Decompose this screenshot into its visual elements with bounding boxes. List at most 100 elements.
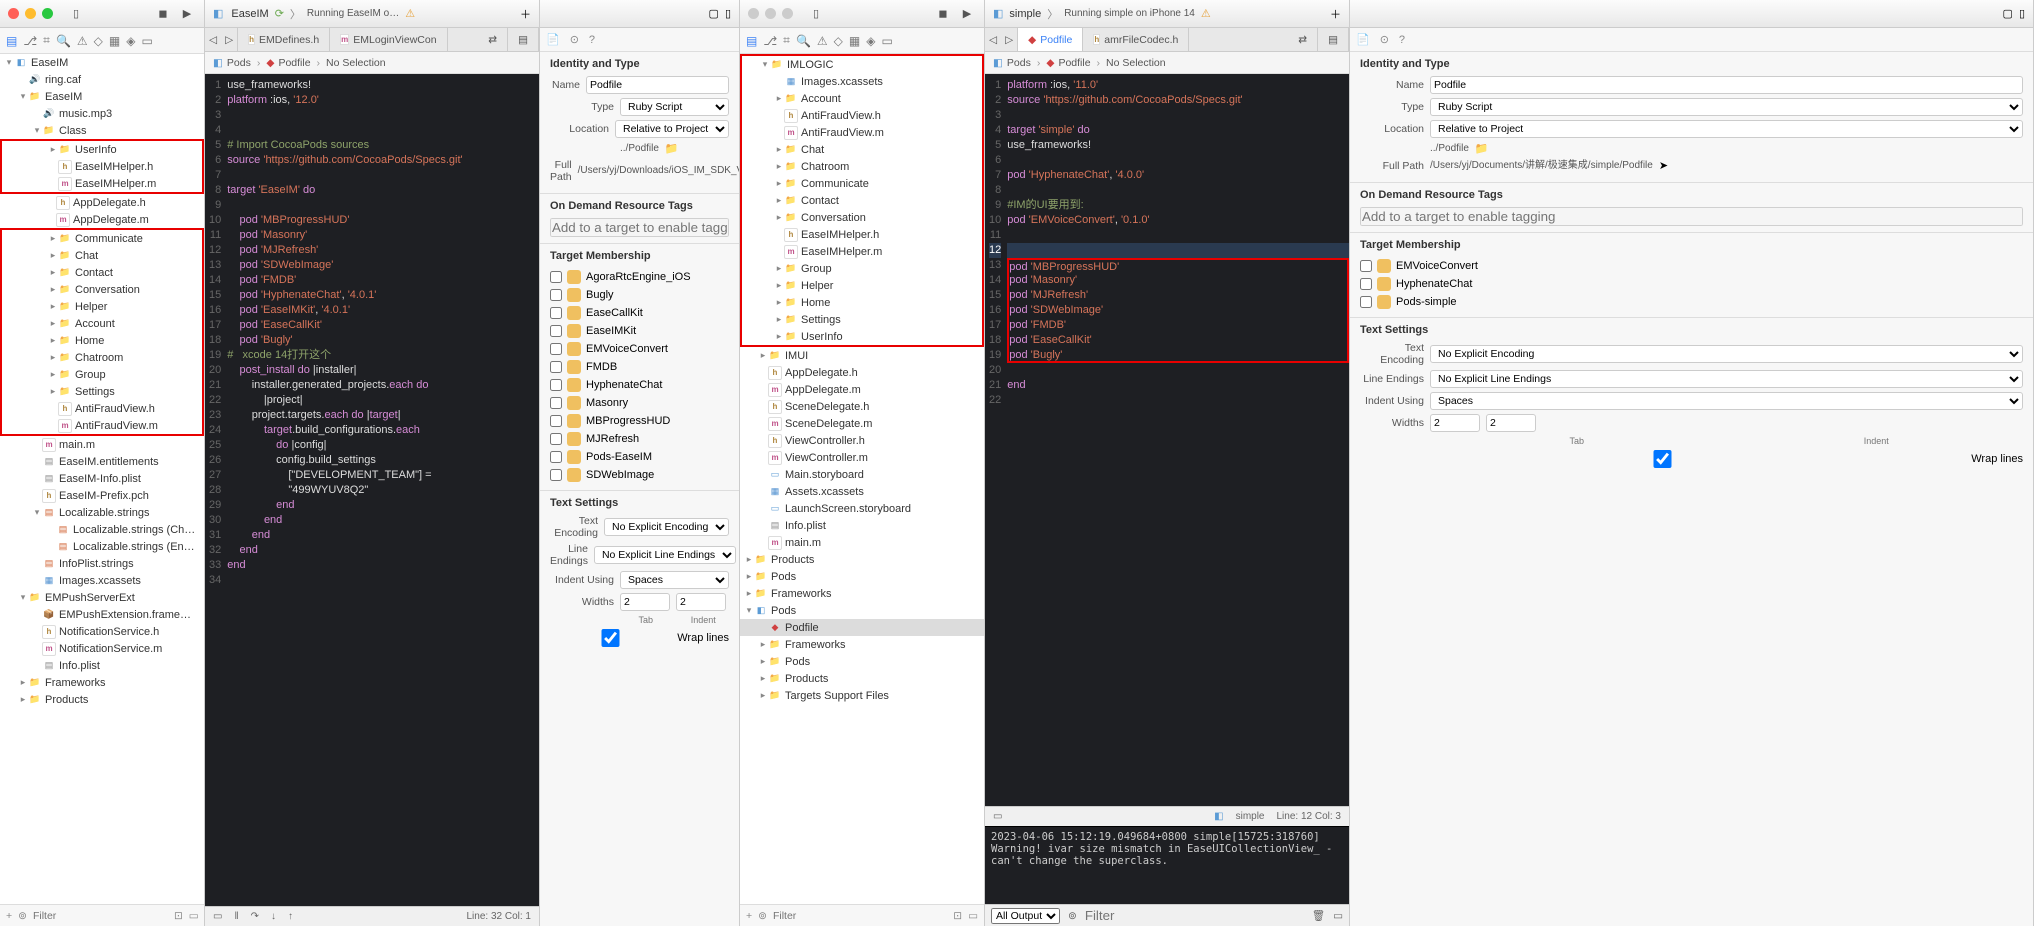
tree-item[interactable]: ▾▤Localizable.strings <box>0 504 204 521</box>
editor-layout-icon[interactable]: ▤ <box>1318 28 1349 51</box>
debug-nav-icon[interactable]: ▦ <box>109 34 120 48</box>
tree-item[interactable]: mAntiFraudView.m <box>2 417 202 434</box>
debug-nav-icon[interactable]: ▦ <box>849 34 860 48</box>
target-item[interactable]: EaseIMKit <box>550 322 729 340</box>
encoding-select[interactable]: No Explicit Encoding <box>604 518 729 536</box>
tree-item[interactable]: mViewController.m <box>740 449 984 466</box>
issue-nav-icon[interactable]: ⚠ <box>77 34 88 48</box>
tree-item[interactable]: ▭Main.storyboard <box>740 466 984 483</box>
breakpoint-nav-icon[interactable]: ◈ <box>126 34 135 48</box>
target-item[interactable]: MJRefresh <box>550 430 729 448</box>
name-field[interactable] <box>586 76 729 94</box>
recent-icon[interactable]: ⊡ <box>174 910 183 922</box>
add-icon[interactable] <box>746 910 752 922</box>
folder-icon[interactable]: 📁 <box>665 142 679 155</box>
tree-item[interactable]: ▸📁Settings <box>2 383 202 400</box>
console-filter-icon[interactable]: ⊚ <box>1068 910 1077 922</box>
tree-item[interactable]: ▤EaseIM-Info.plist <box>0 470 204 487</box>
nav-fwd-icon[interactable]: ▷ <box>221 28 238 51</box>
tree-item[interactable]: hViewController.h <box>740 432 984 449</box>
target-item[interactable]: Pods-simple <box>1360 293 2023 311</box>
nav-fwd-icon[interactable]: ▷ <box>1001 28 1018 51</box>
zoom-window-icon[interactable] <box>782 8 793 19</box>
folder-nav-icon[interactable]: ▤ <box>746 34 757 48</box>
name-field-2[interactable] <box>1430 76 2023 94</box>
add-tab-icon[interactable]: ＋ <box>520 6 531 22</box>
tree-item[interactable]: ▦Images.xcassets <box>0 572 204 589</box>
step-over-icon[interactable]: ↷ <box>251 911 259 922</box>
step-out-icon[interactable]: ↑ <box>288 911 293 922</box>
zoom-window-icon[interactable] <box>42 8 53 19</box>
sidebar-toggle-icon[interactable]: ▯ <box>67 5 85 23</box>
tree-item[interactable]: ▸📁Products <box>740 551 984 568</box>
tree-item[interactable]: ▸📁Group <box>742 260 982 277</box>
inspector-toggle-icon[interactable]: ▯ <box>725 7 731 20</box>
target-item[interactable]: Pods-EaseIM <box>550 448 729 466</box>
code-editor-2[interactable]: 12345678910111213141516171819202122 plat… <box>985 74 1349 806</box>
tab-emloginview[interactable]: mEMLoginViewCon <box>330 28 447 51</box>
target-item[interactable]: Bugly <box>550 286 729 304</box>
symbol-nav-icon[interactable]: ⌗ <box>43 33 50 48</box>
target-item[interactable]: Masonry <box>550 394 729 412</box>
tree-item[interactable]: ▸📁Chatroom <box>742 158 982 175</box>
file-inspector-icon[interactable]: 📄 <box>1356 33 1370 46</box>
tree-item[interactable]: hEaseIM-Prefix.pch <box>0 487 204 504</box>
editor-options-icon[interactable]: ⇄ <box>478 28 508 51</box>
clear-console-icon[interactable]: 🗑 <box>1312 909 1325 922</box>
code-editor-1[interactable]: 1234567891011121314151617181920212223242… <box>205 74 539 906</box>
file-inspector-icon[interactable]: 📄 <box>546 33 560 46</box>
inspector-toggle-icon[interactable]: ▯ <box>2019 7 2025 20</box>
tree-item[interactable]: ▤Info.plist <box>740 517 984 534</box>
tree-item[interactable]: ▾📁IMLOGIC <box>742 56 982 73</box>
type-select[interactable]: Ruby Script <box>620 98 729 116</box>
tree-item[interactable]: ▤Localizable.strings (En… <box>0 538 204 555</box>
tree-item[interactable]: 📦EMPushExtension.frame… <box>0 606 204 623</box>
tree-item[interactable]: hAppDelegate.h <box>0 194 204 211</box>
tree-item[interactable]: ▸📁Helper <box>742 277 982 294</box>
console-filter-input[interactable] <box>1085 908 1304 923</box>
console-layout-icon[interactable]: ▭ <box>1333 910 1343 922</box>
tree-item[interactable]: hEaseIMHelper.h <box>742 226 982 243</box>
tree-item[interactable]: hEaseIMHelper.h <box>2 158 202 175</box>
reveal-icon[interactable]: ➤ <box>1659 159 1668 172</box>
wrap-checkbox-2[interactable] <box>1360 450 1965 468</box>
target-item[interactable]: AgoraRtcEngine_iOS <box>550 268 729 286</box>
tree-item[interactable]: ▾📁EMPushServerExt <box>0 589 204 606</box>
tree-item[interactable]: ▾◧Pods <box>740 602 984 619</box>
location-select-2[interactable]: Relative to Project <box>1430 120 2023 138</box>
tree-item[interactable]: ◆Podfile <box>740 619 984 636</box>
tree-item[interactable]: ▸📁Communicate <box>2 230 202 247</box>
symbol-nav-icon[interactable]: ⌗ <box>783 33 790 48</box>
library-icon[interactable]: ▢ <box>709 7 719 20</box>
tree-item[interactable]: ▦Images.xcassets <box>742 73 982 90</box>
tree-item[interactable]: ▸📁Products <box>740 670 984 687</box>
stop-icon[interactable]: ◼ <box>154 5 172 23</box>
history-inspector-icon[interactable]: ⊙ <box>1380 33 1389 46</box>
scm-icon[interactable]: ▭ <box>189 910 199 922</box>
tree-item[interactable]: ▸📁Group <box>2 366 202 383</box>
editor-options-icon[interactable]: ⇄ <box>1288 28 1318 51</box>
target-item[interactable]: EMVoiceConvert <box>1360 257 2023 275</box>
tree-item[interactable]: ▤Info.plist <box>0 657 204 674</box>
tree-item[interactable]: ▸📁Home <box>742 294 982 311</box>
tree-item[interactable]: ▸📁Conversation <box>2 281 202 298</box>
tree-item[interactable]: ▾📁Class <box>0 122 204 139</box>
debug-bar-icon[interactable]: ▭ <box>993 811 1002 822</box>
recent-icon[interactable]: ⊡ <box>953 910 962 922</box>
tree-item[interactable]: hSceneDelegate.h <box>740 398 984 415</box>
tab-amrfilecodec[interactable]: hamrFileCodec.h <box>1083 28 1189 51</box>
breadcrumb-2[interactable]: ◧Pods ◆Podfile No Selection <box>985 52 1349 74</box>
pause-icon[interactable]: ‖ <box>234 911 238 922</box>
tree-item[interactable]: ▤Localizable.strings (Ch… <box>0 521 204 538</box>
help-inspector-icon[interactable]: ? <box>1399 34 1405 46</box>
tree-item[interactable]: mSceneDelegate.m <box>740 415 984 432</box>
target-item[interactable]: FMDB <box>550 358 729 376</box>
tree-item[interactable]: mEaseIMHelper.m <box>2 175 202 192</box>
tree-item[interactable]: ▸📁Chat <box>2 247 202 264</box>
add-tab-icon[interactable]: ＋ <box>1330 6 1341 22</box>
tree-item[interactable]: ▸📁Account <box>2 315 202 332</box>
target-item[interactable]: EaseCallKit <box>550 304 729 322</box>
debug-console[interactable]: 2023-04-06 15:12:19.049684+0800 simple[1… <box>985 826 1349 904</box>
tab-width[interactable] <box>620 593 670 611</box>
tree-item[interactable]: ▸📁Frameworks <box>740 636 984 653</box>
